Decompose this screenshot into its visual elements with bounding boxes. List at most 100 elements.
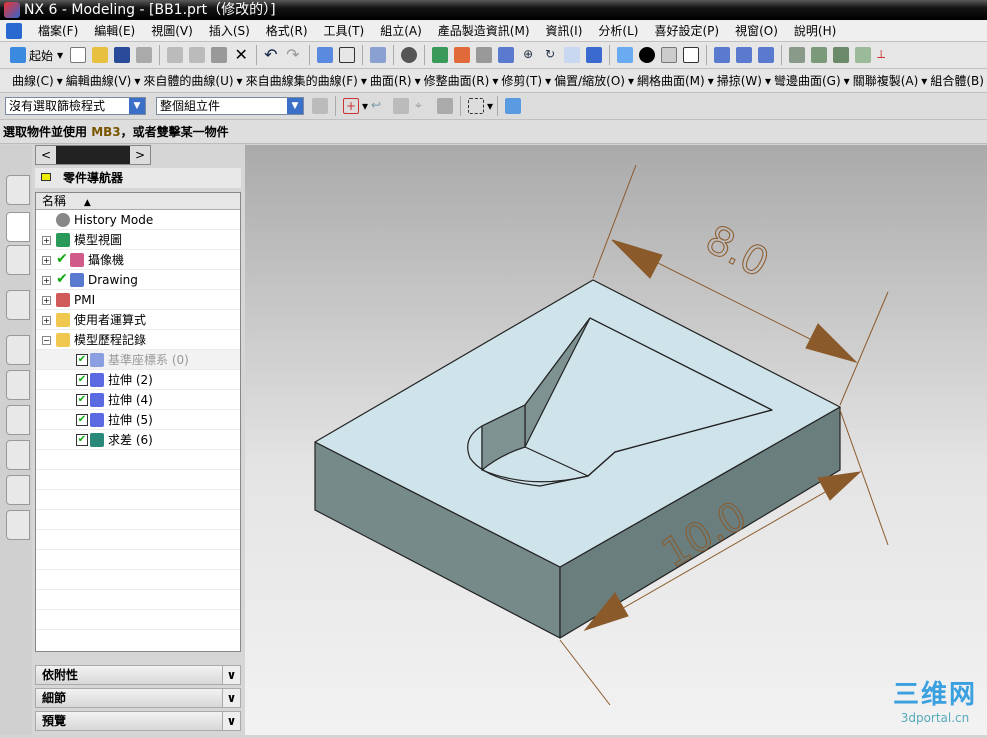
paste-icon[interactable] — [211, 47, 228, 63]
point-icon[interactable]: ⌖ — [415, 98, 431, 114]
assembly-icon[interactable] — [312, 98, 328, 114]
history-tab[interactable] — [6, 335, 30, 365]
layer-visible-icon[interactable] — [811, 47, 828, 63]
transform-icon[interactable] — [339, 47, 356, 63]
panel-dependencies[interactable]: 依附性 ∨ — [35, 665, 241, 685]
checkbox-icon[interactable]: ✔ — [76, 354, 88, 366]
chevron-right-icon[interactable]: > — [130, 146, 150, 164]
edit-curve-menu[interactable]: 編輯曲線(V) — [66, 72, 132, 89]
tree-node[interactable]: History Mode — [36, 210, 240, 230]
menu-file[interactable]: 檔案(F) — [38, 22, 78, 39]
start-button[interactable]: 起始 — [29, 47, 53, 64]
curve-from-curves-menu[interactable]: 來自曲線集的曲線(F) — [246, 72, 358, 89]
reuse-library-tab[interactable] — [6, 245, 30, 275]
select-face-icon[interactable] — [393, 98, 410, 114]
tree-node[interactable]: + 模型視圖 — [36, 230, 240, 250]
web-browser-tab[interactable] — [6, 290, 30, 320]
move-to-layer-icon[interactable] — [833, 47, 850, 63]
show-all-icon[interactable] — [505, 98, 522, 114]
fit-icon[interactable] — [454, 47, 471, 63]
navigator-tab-scroller[interactable]: < > — [35, 145, 151, 165]
redo-icon[interactable]: ↷ — [286, 47, 302, 63]
info-icon[interactable] — [370, 47, 387, 63]
system-materials-tab[interactable] — [6, 370, 30, 400]
select-edge-icon[interactable] — [437, 98, 454, 114]
menu-preferences[interactable]: 喜好設定(P) — [654, 22, 719, 39]
menu-insert[interactable]: 插入(S) — [209, 22, 250, 39]
checkbox-icon[interactable]: ✔ — [56, 272, 68, 286]
save-icon[interactable] — [114, 47, 131, 63]
chevron-left-icon[interactable]: < — [36, 146, 56, 164]
copy-icon[interactable] — [189, 47, 206, 63]
trim-menu[interactable]: 修剪(T) — [501, 72, 542, 89]
rectangle-select-icon[interactable] — [468, 98, 485, 114]
perspective-icon[interactable] — [586, 47, 603, 63]
open-icon[interactable] — [92, 47, 109, 63]
scope-select[interactable]: 整個組立件 ▼ — [156, 97, 304, 115]
pan-icon[interactable] — [564, 47, 581, 63]
checkbox-icon[interactable]: ✔ — [76, 394, 88, 406]
roles-tab[interactable] — [6, 475, 30, 505]
checkbox-icon[interactable]: ✔ — [76, 414, 88, 426]
checkbox-icon[interactable]: ✔ — [56, 252, 68, 266]
menu-analysis[interactable]: 分析(L) — [598, 22, 638, 39]
panel-preview[interactable]: 預覽 ∨ — [35, 711, 241, 731]
delete-icon[interactable]: ✕ — [233, 47, 249, 63]
rotate-icon[interactable]: ↻ — [542, 47, 558, 63]
visualization-tab[interactable] — [6, 405, 30, 435]
return-icon[interactable]: ↩ — [371, 98, 387, 114]
menu-info[interactable]: 資訊(I) — [546, 22, 583, 39]
combine-menu[interactable]: 組合體(B) — [930, 72, 984, 89]
menu-pmi[interactable]: 產品製造資訊(M) — [438, 22, 530, 39]
refresh-icon[interactable] — [432, 47, 449, 63]
csys-icon[interactable]: ⟂ — [877, 47, 893, 63]
background-icon[interactable] — [639, 47, 656, 63]
tree-node[interactable]: + ✔ Drawing — [36, 270, 240, 290]
tree-node[interactable]: + PMI — [36, 290, 240, 310]
offset-scale-menu[interactable]: 偏置/縮放(O) — [554, 72, 625, 89]
part-navigator-tab[interactable] — [6, 212, 30, 242]
expand-icon[interactable]: + — [42, 256, 51, 265]
associative-copy-menu[interactable]: 關聯複製(A) — [853, 72, 919, 89]
zoom-window-icon[interactable] — [498, 47, 515, 63]
print-icon[interactable] — [136, 47, 153, 63]
cut-icon[interactable] — [167, 47, 184, 63]
process-studio-tab[interactable] — [6, 440, 30, 470]
find-icon[interactable] — [401, 47, 418, 63]
menu-view[interactable]: 視圖(V) — [151, 22, 193, 39]
assembly-navigator-tab[interactable] — [6, 175, 30, 205]
tree-node[interactable]: + 使用者運算式 — [36, 310, 240, 330]
copy-to-layer-icon[interactable] — [855, 47, 872, 63]
panel-details[interactable]: 細節 ∨ — [35, 688, 241, 708]
color-icon[interactable] — [683, 47, 700, 63]
new-icon[interactable] — [70, 47, 87, 63]
zoom-area-icon[interactable] — [476, 47, 493, 63]
menu-window[interactable]: 視窗(O) — [735, 22, 778, 39]
graphics-viewport[interactable]: 8.0 10.0 三维网 3dportal.cn — [245, 145, 987, 735]
curve-menu[interactable]: 曲線(C) — [12, 72, 54, 89]
expand-icon[interactable]: + — [42, 316, 51, 325]
sweep-menu[interactable]: 掃掠(W) — [717, 72, 762, 89]
curve-from-body-menu[interactable]: 來自體的曲線(U) — [143, 72, 233, 89]
model-view[interactable]: 8.0 10.0 — [245, 145, 987, 735]
undo-icon[interactable]: ↶ — [264, 47, 280, 63]
surface-menu[interactable]: 曲面(R) — [370, 72, 412, 89]
wcs-icon[interactable] — [714, 47, 731, 63]
snap-point-icon[interactable]: + — [343, 98, 359, 114]
mesh-surface-menu[interactable]: 網格曲面(M) — [637, 72, 705, 89]
tree-node[interactable]: ✔ 拉伸 (4) — [36, 390, 240, 410]
tree-node[interactable]: ✔ 基準座標系 (0) — [36, 350, 240, 370]
layer-icon[interactable] — [661, 47, 678, 63]
shaded-icon[interactable] — [617, 47, 634, 63]
pin-icon[interactable] — [41, 173, 51, 181]
tree-node[interactable]: ✔ 拉伸 (5) — [36, 410, 240, 430]
column-header-name[interactable]: 名稱 ▲ — [36, 193, 240, 210]
menu-tools[interactable]: 工具(T) — [324, 22, 365, 39]
wcs-dynamic-icon[interactable] — [758, 47, 775, 63]
edit-object-icon[interactable] — [317, 47, 334, 63]
zoom-icon[interactable]: ⊕ — [520, 47, 536, 63]
filter-select[interactable]: 沒有選取篩檢程式 ▼ — [5, 97, 146, 115]
tree-node[interactable]: ✔ 拉伸 (2) — [36, 370, 240, 390]
wcs-origin-icon[interactable] — [736, 47, 753, 63]
trim-surface-menu[interactable]: 修整曲面(R) — [424, 72, 490, 89]
